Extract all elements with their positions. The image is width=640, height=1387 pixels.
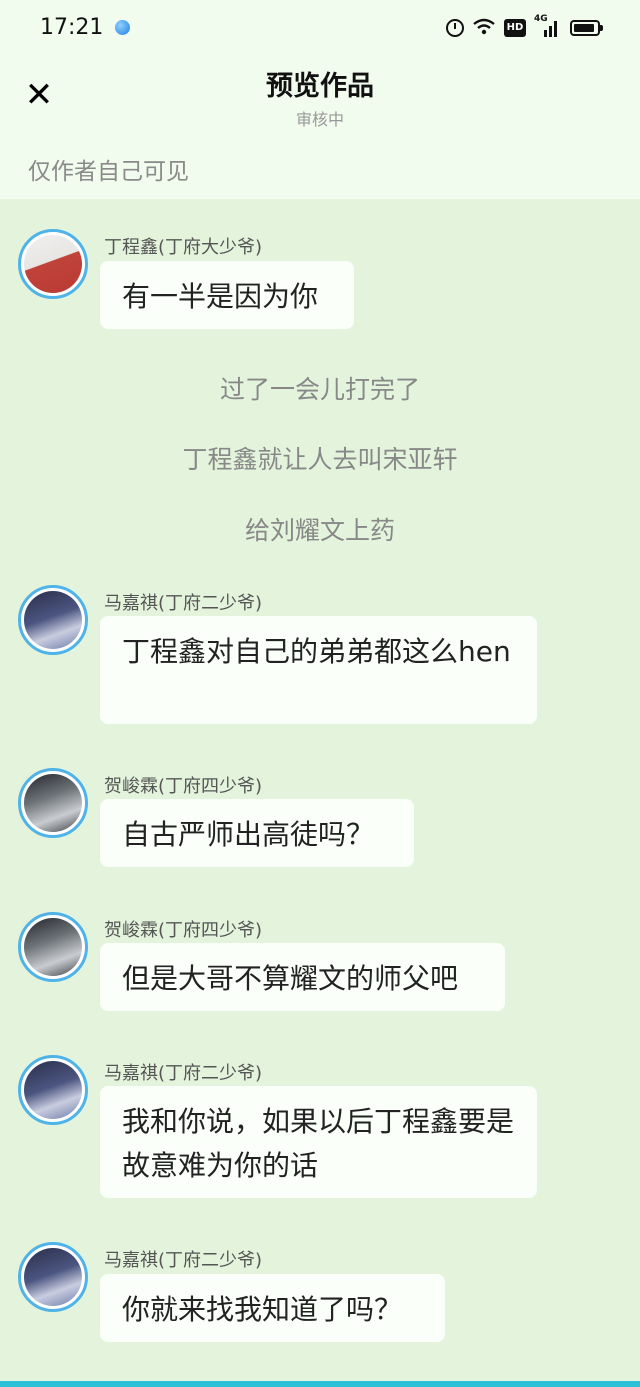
narration-text: 丁程鑫就让人去叫宋亚轩 (182, 445, 458, 474)
message-bubble: 有一半是因为你 (100, 261, 354, 329)
avatar[interactable] (18, 768, 88, 838)
avatar[interactable] (18, 1055, 88, 1125)
app-notification-icon (115, 20, 130, 35)
message-bubble: 你就来找我知道了吗？ (100, 1274, 445, 1342)
sender-name: 马嘉祺(丁府二少爷) (104, 1063, 263, 1084)
alarm-icon (446, 19, 464, 37)
page-title: 预览作品 (266, 71, 374, 102)
visibility-note: 仅作者自己可见 (28, 159, 189, 185)
signal-icon: 4G (534, 14, 562, 38)
wifi-icon (472, 18, 496, 39)
status-icons: HD 4G (446, 14, 603, 42)
status-bar: 17:21 HD 4G (0, 0, 640, 56)
sender-name: 马嘉祺(丁府二少爷) (104, 1250, 263, 1271)
sender-name: 贺峻霖(丁府四少爷) (104, 776, 263, 797)
narration-text: 给刘耀文上药 (244, 516, 395, 545)
avatar[interactable] (18, 229, 88, 299)
hd-icon: HD (504, 19, 526, 37)
message-bubble: 但是大哥不算耀文的师父吧 (100, 943, 505, 1011)
battery-icon (570, 20, 603, 36)
avatar[interactable] (18, 1242, 88, 1312)
avatar[interactable] (18, 585, 88, 655)
sender-name: 马嘉祺(丁府二少爷) (104, 593, 263, 614)
sender-name: 贺峻霖(丁府四少爷) (104, 920, 263, 941)
narration-text: 过了一会儿打完了 (219, 375, 420, 404)
avatar[interactable] (18, 912, 88, 982)
bottom-strip (0, 1381, 640, 1387)
review-status: 审核中 (295, 110, 344, 129)
message-bubble: 我和你说，如果以后丁程鑫要是故意难为你的话 (100, 1086, 537, 1198)
sender-name: 丁程鑫(丁府大少爷) (104, 237, 263, 258)
message-bubble: 自古严师出高徒吗？ (100, 799, 414, 867)
status-time: 17:21 (40, 15, 104, 40)
message-bubble: 丁程鑫对自己的弟弟都这么hen (100, 616, 537, 724)
